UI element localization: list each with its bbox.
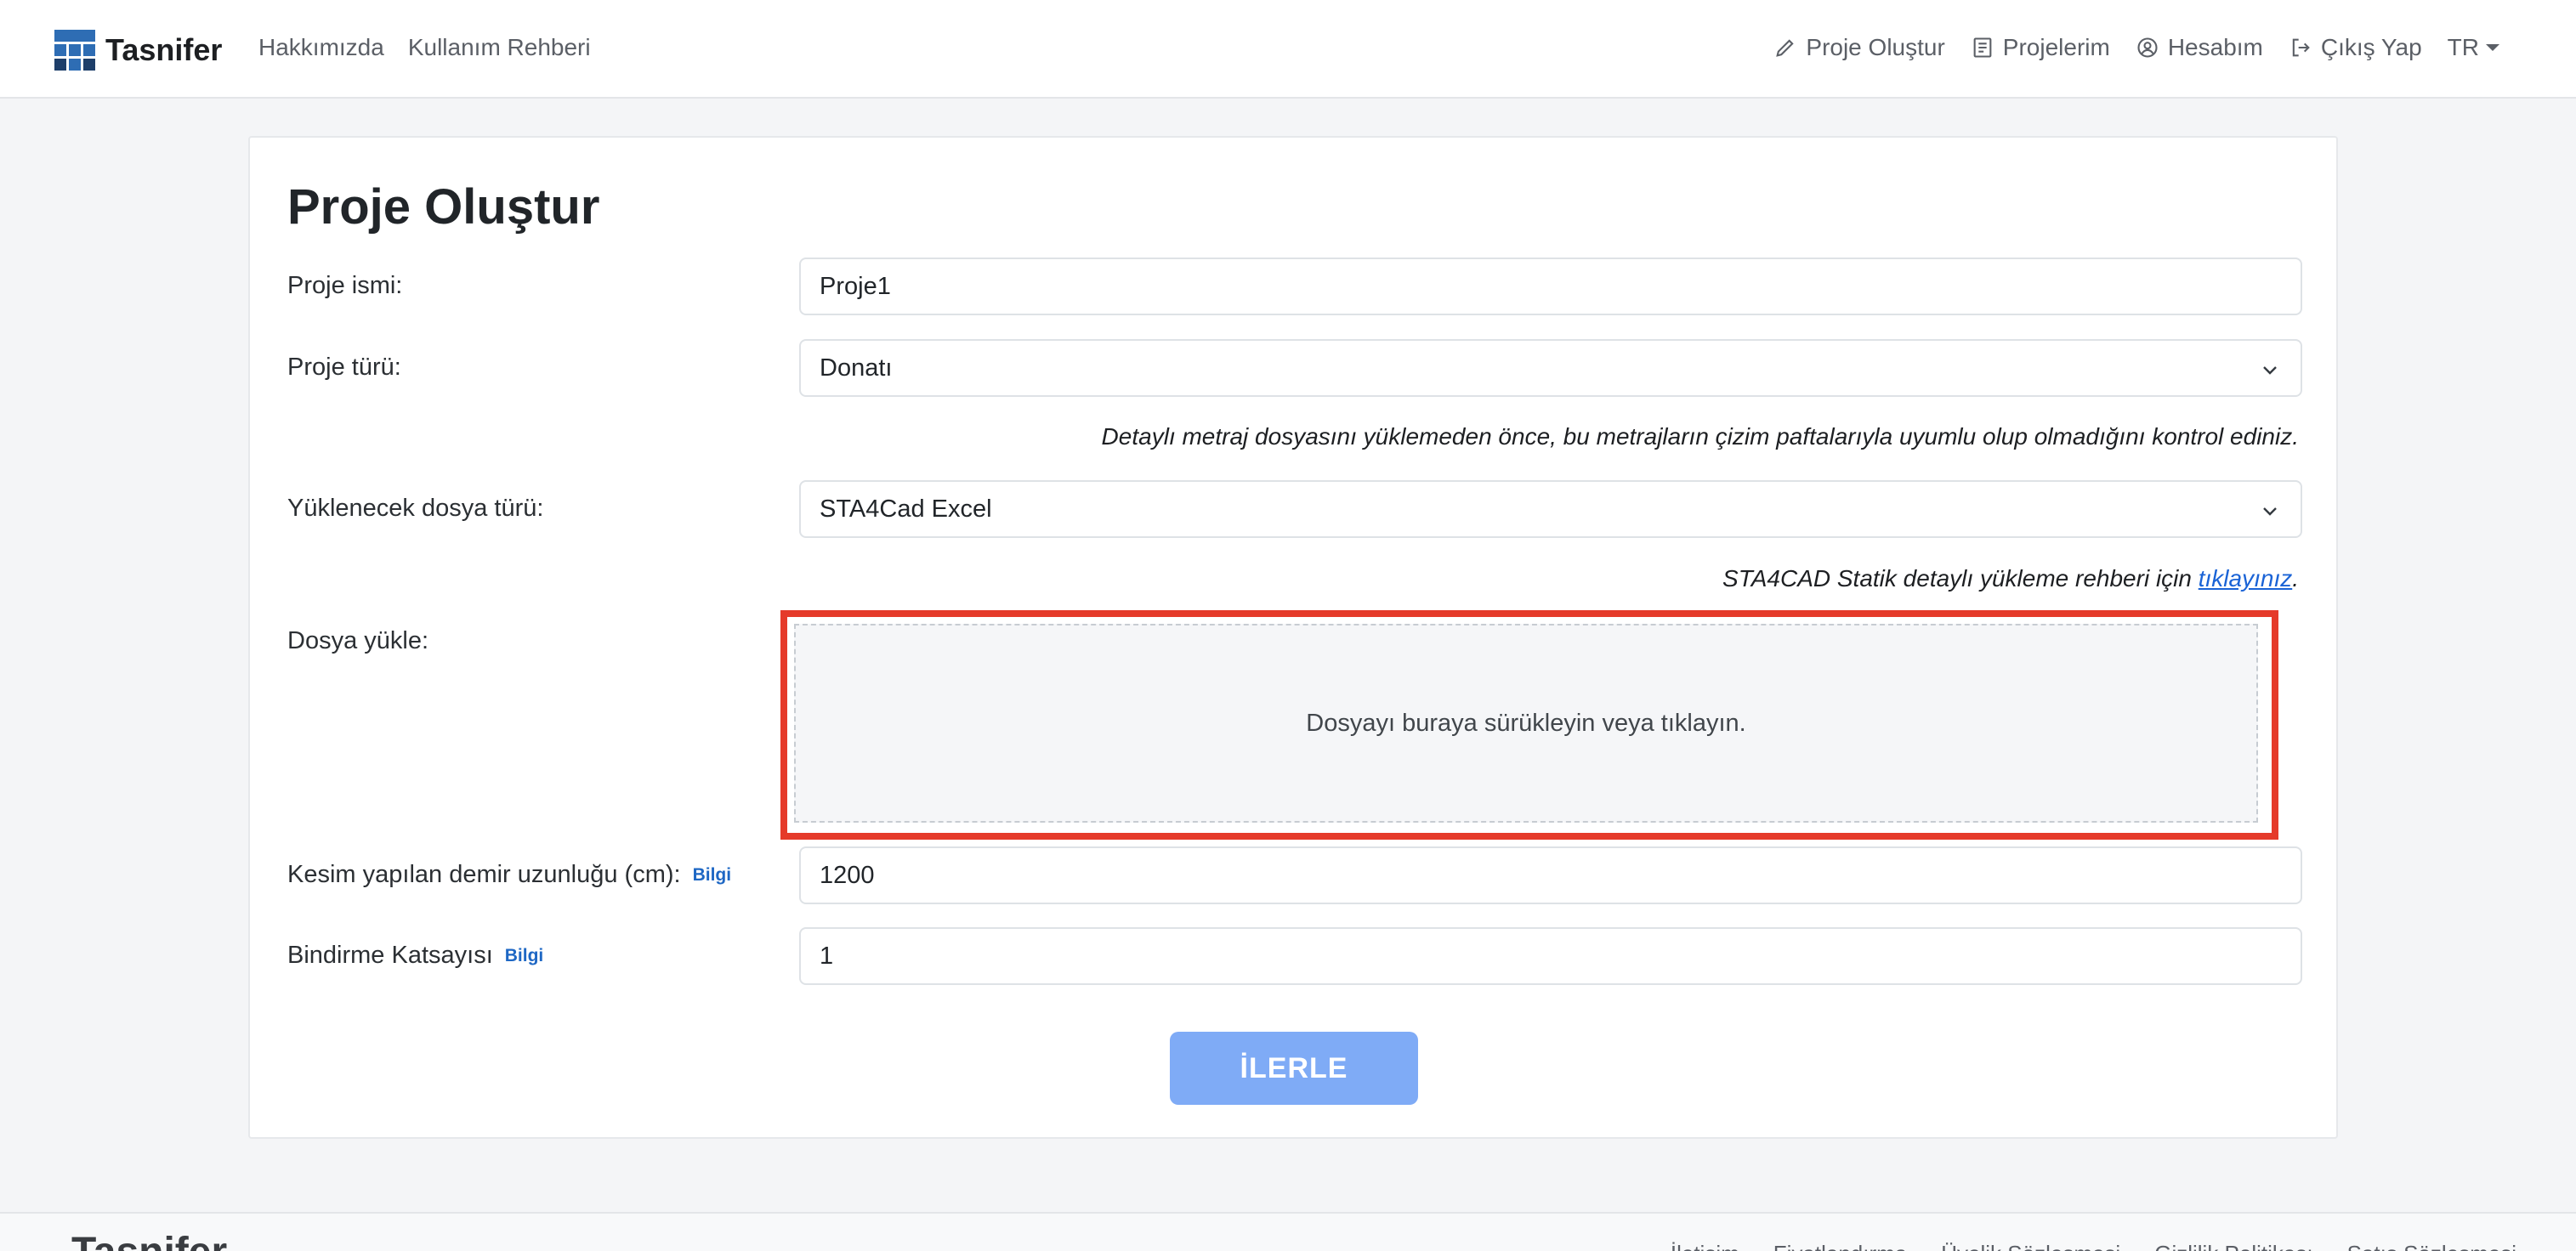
overlap-value: 1 bbox=[820, 942, 834, 970]
nav-my-projects[interactable]: Projelerim bbox=[1971, 34, 2110, 61]
brand-name: Tasnifer bbox=[105, 32, 223, 67]
overlap-info-link[interactable]: Bilgi bbox=[505, 946, 544, 966]
language-dropdown[interactable]: TR bbox=[2448, 34, 2499, 61]
cut-length-input[interactable]: 1200 bbox=[799, 846, 2302, 904]
footer-link-pricing[interactable]: Fiyatlandırma bbox=[1773, 1241, 1908, 1251]
chevron-down-icon bbox=[2263, 507, 2277, 516]
footer-link-privacy[interactable]: Gizlilik Politikası bbox=[2154, 1241, 2312, 1251]
project-name-value: Proje1 bbox=[820, 272, 891, 300]
nav-logout-label: Çıkış Yap bbox=[2320, 34, 2422, 60]
logout-icon bbox=[2292, 38, 2310, 57]
pencil-icon bbox=[1776, 39, 1795, 57]
caret-down-icon bbox=[2486, 44, 2499, 51]
chevron-down-icon bbox=[2263, 366, 2277, 375]
project-name-label: Proje ismi: bbox=[287, 272, 403, 299]
create-project-card: Proje Oluştur Proje ismi: Proje1 Proje t… bbox=[248, 136, 2338, 1139]
file-type-value: STA4Cad Excel bbox=[820, 495, 992, 523]
document-list-icon bbox=[1973, 37, 1992, 58]
cut-length-info-link[interactable]: Bilgi bbox=[693, 865, 732, 886]
cut-length-value: 1200 bbox=[820, 861, 875, 889]
project-type-value: Donatı bbox=[820, 354, 893, 382]
footer-brand: Tasnifer bbox=[71, 1229, 227, 1251]
guide-hint: STA4CAD Statik detaylı yükleme rehberi i… bbox=[1722, 565, 2299, 592]
user-circle-icon bbox=[2137, 37, 2158, 58]
guide-hint-suffix: . bbox=[2292, 565, 2299, 592]
page-title: Proje Oluştur bbox=[287, 179, 600, 235]
nav-create-project-label: Proje Oluştur bbox=[1806, 34, 1945, 60]
footer-link-sales[interactable]: Satış Sözleşmesi bbox=[2347, 1241, 2516, 1251]
nav-left-links: Hakkımızda Kullanım Rehberi bbox=[258, 34, 591, 61]
next-button[interactable]: İLERLE bbox=[1170, 1032, 1418, 1105]
guide-link[interactable]: tıklayınız bbox=[2199, 565, 2292, 592]
file-type-select[interactable]: STA4Cad Excel bbox=[799, 480, 2302, 538]
nav-link-about[interactable]: Hakkımızda bbox=[258, 34, 384, 61]
tasnifer-logo-icon bbox=[54, 30, 95, 71]
overlap-coefficient-input[interactable]: 1 bbox=[799, 927, 2302, 985]
footer: Tasnifer İletişim Fiyatlandırma Üyelik S… bbox=[0, 1212, 2576, 1251]
language-code: TR bbox=[2447, 34, 2479, 60]
project-name-input[interactable]: Proje1 bbox=[799, 258, 2302, 315]
overlap-label: Bindirme Katsayısı Bilgi bbox=[287, 942, 543, 970]
nav-account-label: Hesabım bbox=[2167, 34, 2263, 60]
nav-account[interactable]: Hesabım bbox=[2136, 34, 2263, 61]
file-type-label: Yüklenecek dosya türü: bbox=[287, 495, 544, 522]
footer-link-contact[interactable]: İletişim bbox=[1671, 1241, 1739, 1251]
nav-logout[interactable]: Çıkış Yap bbox=[2289, 34, 2422, 61]
nav-right-links: Proje Oluştur Projelerim Hesabım Çıkış Y… bbox=[1773, 34, 2499, 61]
nav-create-project[interactable]: Proje Oluştur bbox=[1773, 34, 1945, 61]
cut-length-label: Kesim yapılan demir uzunluğu (cm): Bilgi bbox=[287, 861, 731, 889]
footer-links: İletişim Fiyatlandırma Üyelik Sözleşmesi… bbox=[1671, 1241, 2516, 1251]
dropzone-text: Dosyayı buraya sürükleyin veya tıklayın. bbox=[1306, 709, 1746, 737]
guide-hint-prefix: STA4CAD Statik detaylı yükleme rehberi i… bbox=[1722, 565, 2199, 592]
project-type-hint: Detaylı metraj dosyasını yüklemeden önce… bbox=[1101, 423, 2299, 450]
brand-link[interactable]: Tasnifer bbox=[54, 29, 222, 71]
footer-link-membership[interactable]: Üyelik Sözleşmesi bbox=[1941, 1241, 2120, 1251]
cut-length-label-text: Kesim yapılan demir uzunluğu (cm): bbox=[287, 861, 681, 888]
project-type-select[interactable]: Donatı bbox=[799, 339, 2302, 397]
nav-my-projects-label: Projelerim bbox=[2002, 34, 2110, 60]
overlap-label-text: Bindirme Katsayısı bbox=[287, 942, 493, 969]
file-dropzone[interactable]: Dosyayı buraya sürükleyin veya tıklayın. bbox=[794, 624, 2258, 823]
nav-link-guide[interactable]: Kullanım Rehberi bbox=[408, 34, 591, 61]
project-type-label: Proje türü: bbox=[287, 354, 401, 381]
upload-label: Dosya yükle: bbox=[287, 627, 429, 654]
top-navbar: Tasnifer Hakkımızda Kullanım Rehberi Pro… bbox=[0, 0, 2576, 99]
